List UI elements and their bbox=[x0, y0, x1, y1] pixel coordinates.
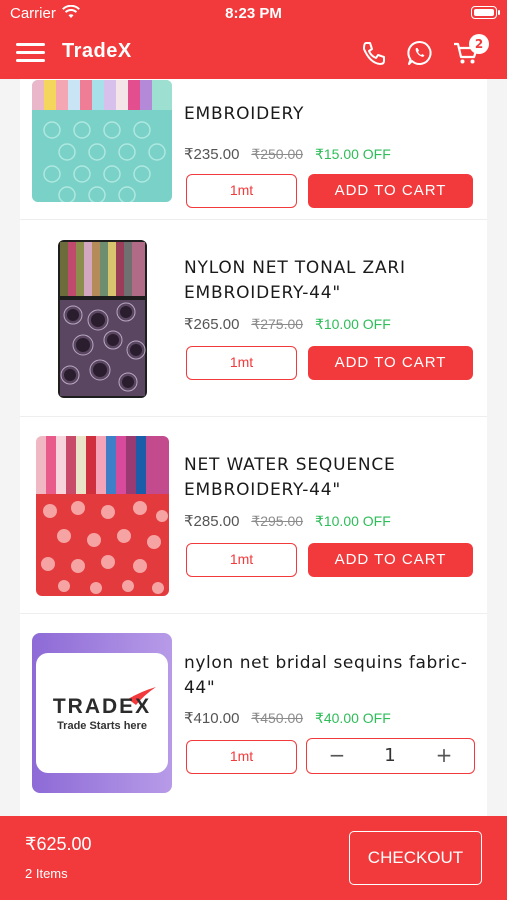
list-item[interactable]: NYLON NET TONAL ZARI EMBROIDERY-44" ₹265… bbox=[20, 221, 487, 417]
product-image[interactable]: TRADEX Trade Starts here bbox=[32, 633, 172, 793]
unit-selector[interactable]: 1mt bbox=[186, 346, 297, 380]
cart-summary-bar: ₹625.00 2 Items CHECKOUT bbox=[0, 816, 507, 900]
tradex-logo-tagline: Trade Starts here bbox=[57, 720, 147, 732]
price-row: ₹265.00 ₹275.00 ₹10.00 OFF bbox=[184, 315, 391, 333]
product-discount: ₹10.00 OFF bbox=[314, 513, 391, 529]
list-item[interactable]: NET WATER SEQUENCE EMBROIDERY-44" ₹285.0… bbox=[20, 418, 487, 614]
whatsapp-icon[interactable] bbox=[406, 39, 434, 67]
product-name[interactable]: NET WATER SEQUENCE EMBROIDERY-44" bbox=[184, 453, 474, 503]
app-header: TradeX 2 bbox=[0, 28, 507, 79]
price-row: ₹285.00 ₹295.00 ₹10.00 OFF bbox=[184, 512, 391, 530]
left-gutter bbox=[0, 79, 20, 816]
quantity-stepper[interactable]: − 1 + bbox=[306, 738, 475, 774]
product-name[interactable]: nylon net bridal sequins fabric-44" bbox=[184, 651, 474, 701]
list-item[interactable]: EMBROIDERY ₹235.00 ₹250.00 ₹15.00 OFF 1m… bbox=[20, 79, 487, 220]
quantity-value: 1 bbox=[384, 745, 396, 766]
checkout-button[interactable]: CHECKOUT bbox=[349, 831, 482, 885]
product-mrp: ₹275.00 bbox=[251, 316, 304, 332]
price-row: ₹235.00 ₹250.00 ₹15.00 OFF bbox=[184, 145, 391, 163]
right-gutter bbox=[487, 79, 507, 816]
price-row: ₹410.00 ₹450.00 ₹40.00 OFF bbox=[184, 709, 391, 727]
add-to-cart-button[interactable]: ADD TO CART bbox=[308, 543, 473, 577]
increase-quantity-button[interactable]: + bbox=[422, 739, 466, 772]
tradex-logo-text: TRADEX bbox=[52, 695, 152, 718]
product-image[interactable] bbox=[32, 80, 172, 202]
unit-selector[interactable]: 1mt bbox=[186, 174, 297, 208]
hamburger-menu-icon[interactable] bbox=[16, 43, 45, 63]
product-list-viewport[interactable]: EMBROIDERY ₹235.00 ₹250.00 ₹15.00 OFF 1m… bbox=[20, 79, 487, 816]
product-discount: ₹15.00 OFF bbox=[314, 146, 391, 162]
product-price: ₹235.00 bbox=[184, 146, 240, 163]
product-price: ₹285.00 bbox=[184, 513, 240, 530]
add-to-cart-button[interactable]: ADD TO CART bbox=[308, 174, 473, 208]
product-name[interactable]: EMBROIDERY bbox=[184, 102, 474, 127]
phone-icon[interactable] bbox=[360, 39, 388, 67]
unit-selector[interactable]: 1mt bbox=[186, 740, 297, 774]
app-title: TradeX bbox=[62, 40, 132, 62]
battery-icon bbox=[471, 6, 500, 19]
product-image[interactable] bbox=[36, 436, 169, 596]
clock: 8:23 PM bbox=[225, 5, 282, 22]
decrease-quantity-button[interactable]: − bbox=[315, 739, 359, 772]
product-name[interactable]: NYLON NET TONAL ZARI EMBROIDERY-44" bbox=[184, 256, 474, 306]
product-discount: ₹40.00 OFF bbox=[314, 710, 391, 726]
status-bar: Carrier 8:23 PM bbox=[0, 0, 507, 28]
product-mrp: ₹450.00 bbox=[251, 710, 304, 726]
unit-selector[interactable]: 1mt bbox=[186, 543, 297, 577]
product-price: ₹265.00 bbox=[184, 316, 240, 333]
product-discount: ₹10.00 OFF bbox=[314, 316, 391, 332]
product-image[interactable] bbox=[58, 240, 147, 398]
cart-total: ₹625.00 bbox=[25, 834, 92, 854]
product-price: ₹410.00 bbox=[184, 710, 240, 727]
add-to-cart-button[interactable]: ADD TO CART bbox=[308, 346, 473, 380]
cart-item-count: 2 Items bbox=[25, 866, 68, 881]
product-mrp: ₹250.00 bbox=[251, 146, 304, 162]
list-item[interactable]: TRADEX Trade Starts here nylon net brida… bbox=[20, 615, 487, 816]
cart-count-badge: 2 bbox=[469, 34, 489, 54]
product-mrp: ₹295.00 bbox=[251, 513, 304, 529]
